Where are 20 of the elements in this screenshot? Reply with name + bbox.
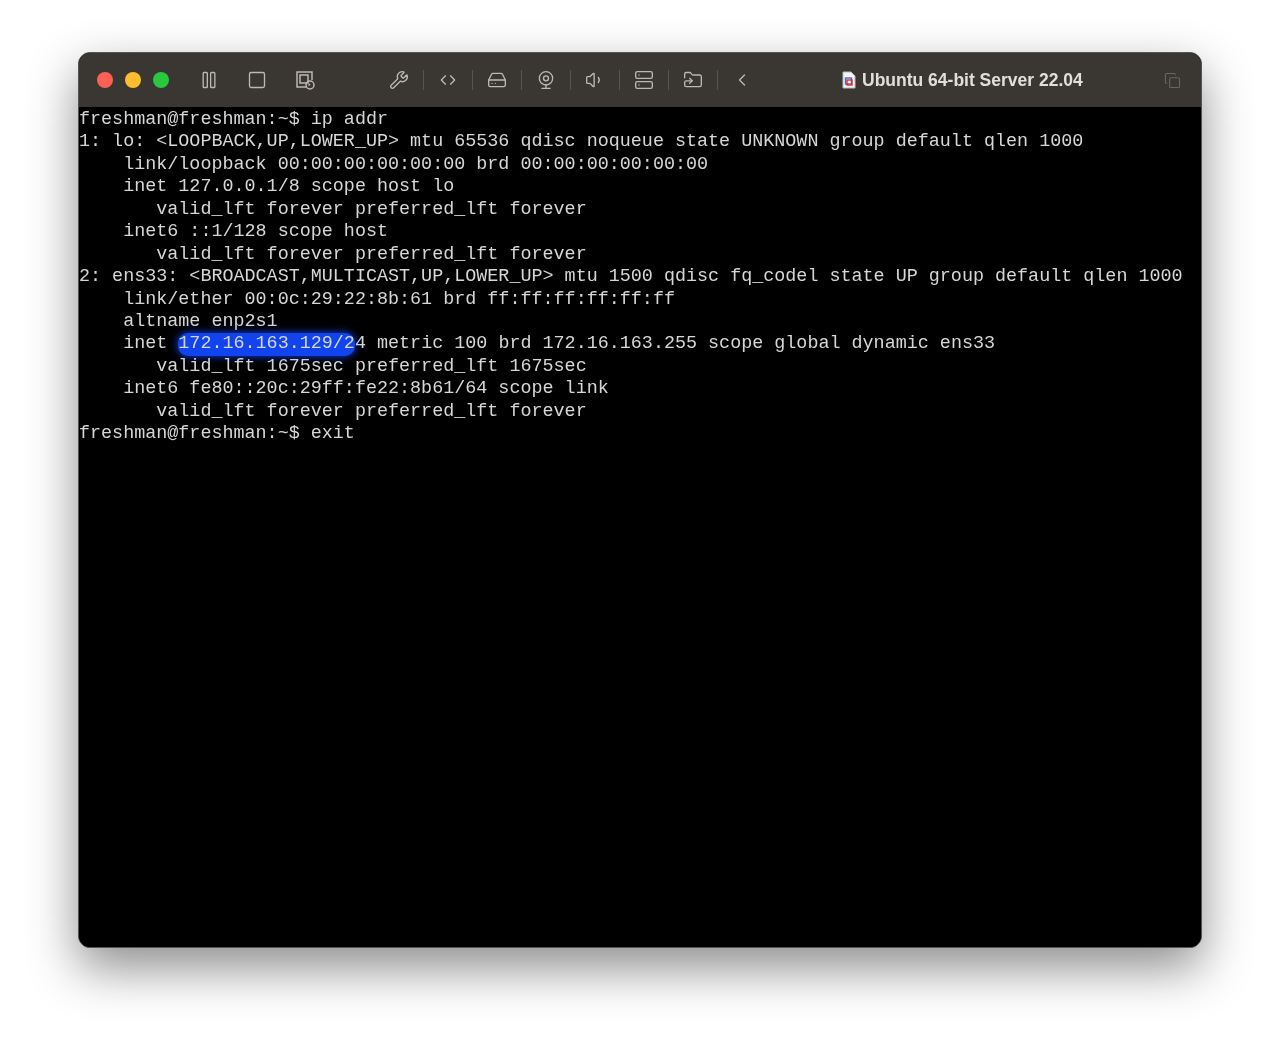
terminal-line: inet6 fe80::20c:29ff:fe22:8b61/64 scope link bbox=[122, 378, 610, 401]
terminal-line: valid_lft forever preferred_lft forever bbox=[155, 400, 588, 424]
terminal-line: altname enp2s1 bbox=[122, 310, 279, 334]
terminal-line: freshman@freshman:~$ ip addr bbox=[79, 109, 389, 132]
terminal-line: valid_lft forever preferred_lft forever bbox=[155, 198, 588, 222]
terminal-line: freshman@freshman:~$ exit bbox=[79, 423, 356, 446]
zoom-button[interactable] bbox=[153, 72, 169, 88]
document-icon bbox=[842, 71, 856, 89]
minimize-button[interactable] bbox=[125, 72, 141, 88]
terminal-line: valid_lft 1675sec preferred_lft 1675sec bbox=[155, 355, 588, 379]
terminal-line: link/loopback 00:00:00:00:00:00 brd 00:00:00:00:00:00 bbox=[122, 153, 710, 177]
terminal-line: valid_lft forever preferred_lft forever bbox=[155, 243, 588, 267]
terminal-line: inet 172.16.163.129/24 metric 100 brd 172.16.163.255 scope global dynamic ens33 bbox=[122, 333, 997, 356]
terminal-line: 1: lo: <LOOPBACK,UP,LOWER_UP> mtu 65536 qdisc noqueue state UNKNOWN group default qlen 1000 bbox=[79, 131, 1085, 154]
window-title: Ubuntu 64-bit Server 22.04 bbox=[862, 68, 1083, 92]
terminal-line: 2: ens33: <BROADCAST,MULTICAST,UP,LOWER_UP> mtu 1500 qdisc fq_codel state UP group default qlen 1000 bbox=[79, 266, 1184, 289]
terminal-line: link/ether 00:0c:29:22:8b:61 brd ff:ff:ff:ff:ff:ff bbox=[122, 288, 676, 311]
terminal-line: inet6 ::1/128 scope host bbox=[122, 221, 389, 244]
terminal-line: inet 127.0.0.1/8 scope host lo bbox=[122, 176, 456, 199]
close-button[interactable] bbox=[97, 72, 113, 88]
